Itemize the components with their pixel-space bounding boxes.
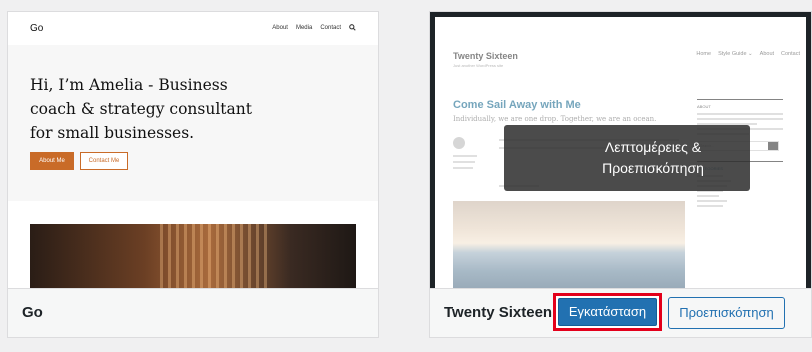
theme-details-label: Λεπτομέρειες & Προεπισκόπηση bbox=[602, 139, 704, 176]
theme-card-twenty-sixteen[interactable]: Twenty Sixteen Just another WordPress si… bbox=[429, 11, 812, 338]
go-nav: About Media Contact bbox=[272, 24, 356, 31]
go-headline: Hi, I’m Amelia - Business coach & strate… bbox=[30, 76, 252, 142]
go-nav-item: Media bbox=[295, 24, 313, 31]
go-nav-item: About bbox=[272, 24, 288, 31]
go-logo: Go bbox=[30, 23, 44, 34]
search-icon bbox=[349, 24, 356, 31]
go-hero-image bbox=[30, 224, 356, 290]
theme-screenshot-go[interactable]: Go About Media Contact Hi, I’m Amelia - … bbox=[8, 12, 378, 290]
go-about-button: About Me bbox=[30, 152, 74, 170]
go-header: Go About Media Contact bbox=[8, 12, 378, 45]
install-button-highlight[interactable]: Εγκατάσταση bbox=[553, 293, 662, 331]
theme-name: Twenty Sixteen bbox=[444, 304, 553, 321]
theme-footer-go: Go bbox=[8, 288, 378, 337]
go-nav-item: Contact bbox=[320, 24, 341, 31]
go-hero: Hi, I’m Amelia - Business coach & strate… bbox=[8, 45, 378, 201]
go-contact-button: Contact Me bbox=[80, 152, 128, 170]
preview-button[interactable]: Προεπισκόπηση bbox=[668, 297, 785, 329]
theme-card-go[interactable]: Go About Media Contact Hi, I’m Amelia - … bbox=[7, 11, 379, 338]
theme-details-overlay[interactable]: Λεπτομέρειες & Προεπισκόπηση bbox=[504, 125, 750, 191]
install-button[interactable]: Εγκατάσταση bbox=[558, 298, 657, 326]
theme-name: Go bbox=[22, 304, 43, 321]
go-image-blinds bbox=[160, 224, 270, 290]
